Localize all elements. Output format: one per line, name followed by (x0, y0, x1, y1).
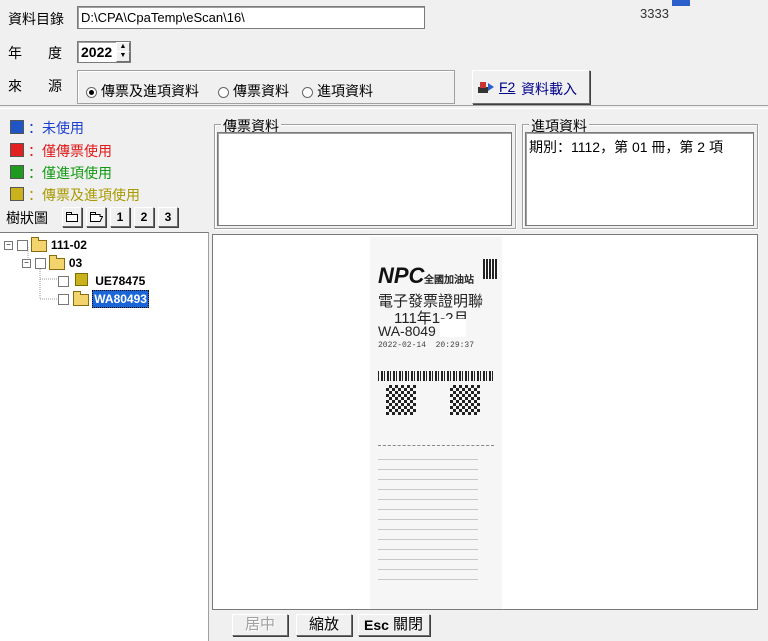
input-panel: 進項資料 期別：1112，第 01 冊，第 2 項 (520, 108, 760, 233)
voucher-text-area[interactable] (217, 132, 512, 226)
tree-level-1-button[interactable]: 1 (110, 207, 130, 227)
load-icon (477, 79, 495, 98)
load-label: 資料載入 (521, 81, 577, 97)
receipt-body-lines (378, 459, 478, 589)
tree-checkbox[interactable] (34, 258, 46, 270)
year-spinner[interactable]: 2022 ▲ ▼ (77, 41, 131, 63)
radio-input[interactable]: 進項資料 (302, 81, 373, 101)
load-data-button[interactable]: F2 資料載入 (472, 70, 590, 104)
radio-dot (218, 86, 229, 98)
collapse-icon[interactable]: − (22, 259, 31, 269)
dir-label: 資料目錄 (8, 11, 64, 27)
receipt-divider (378, 445, 494, 446)
receipt-number: WA-8049 (378, 323, 436, 339)
expand-folder-button[interactable] (86, 207, 106, 227)
legend-voucher-only: ：僅傳票使用 (10, 141, 112, 161)
load-key: F2 (499, 79, 516, 95)
receipt-image: NPC 全國加油站 電子發票證明聯 111年1-2月 WA-8049 2022-… (370, 237, 502, 609)
status-square-icon (74, 273, 88, 286)
close-label: 關閉 (393, 616, 424, 633)
tree-node-leaf-2[interactable]: WA80493 (58, 290, 149, 308)
radio-dot (86, 86, 97, 98)
tree-selected-label: WA80493 (92, 290, 149, 308)
image-viewer[interactable]: NPC 全國加油站 電子發票證明聯 111年1-2月 WA-8049 2022-… (212, 234, 758, 610)
input-text-area[interactable]: 期別：1112，第 01 冊，第 2 項 (525, 132, 754, 226)
receipt-barcode (378, 371, 494, 381)
tree-view[interactable]: − 111-02 − 03 UE78475 WA80493 (0, 232, 209, 641)
receipt-detail-lines: 2022-02-14 20:29:37 (378, 341, 475, 350)
legend-swatch-green (10, 165, 24, 179)
input-groupbox: 進項資料 期別：1112，第 01 冊，第 2 項 (522, 116, 758, 229)
tree-checkbox[interactable] (58, 276, 69, 288)
legend-swatch-yellow (10, 187, 24, 201)
year-label: 年 度 (8, 45, 68, 61)
tree-node-leaf-1[interactable]: UE78475 (58, 273, 145, 288)
close-key: Esc (364, 617, 389, 633)
legend-both: ：傳票及進項使用 (10, 185, 140, 205)
radio-dot (302, 86, 313, 98)
tree-node-child[interactable]: − 03 (22, 254, 82, 270)
folder-icon (31, 236, 48, 252)
legend-unused: ：未使用 (10, 118, 84, 138)
year-value: 2022 (81, 44, 113, 60)
tree-level-2-button[interactable]: 2 (134, 207, 154, 227)
folder-open-icon (72, 290, 89, 306)
legend-input-only: ：僅進項使用 (10, 163, 112, 183)
radio-voucher[interactable]: 傳票資料 (218, 81, 289, 101)
collapse-icon[interactable]: − (4, 241, 13, 251)
corner-indicator (672, 0, 690, 6)
tree-checkbox[interactable] (16, 240, 28, 252)
tree-label: 樹狀圖 (6, 210, 48, 226)
corner-number: 3333 (640, 6, 669, 21)
tree-node-root[interactable]: − 111-02 (4, 236, 87, 252)
legend-swatch-blue (10, 120, 24, 134)
tree-level-3-button[interactable]: 3 (158, 207, 178, 227)
legend-swatch-red (10, 143, 24, 157)
center-button[interactable]: 居中 (232, 614, 288, 636)
close-button[interactable]: Esc 關閉 (358, 614, 430, 636)
source-label: 來 源 (8, 78, 68, 94)
radio-voucher-and-input[interactable]: 傳票及進項資料 (86, 81, 199, 101)
directory-field[interactable]: D:\CPA\CpaTemp\eScan\16\ (77, 6, 425, 29)
folder-open-icon (90, 212, 103, 222)
spin-down-button[interactable]: ▼ (116, 51, 130, 62)
folder-closed-icon (66, 212, 78, 222)
voucher-groupbox: 傳票資料 (214, 116, 516, 229)
voucher-panel: 傳票資料 (210, 108, 518, 233)
receipt-brand-sub: 全國加油站 (424, 275, 474, 286)
receipt-brand: NPC (378, 263, 425, 288)
folder-icon (49, 254, 66, 270)
tree-checkbox[interactable] (58, 294, 69, 306)
directory-field-value: D:\CPA\CpaTemp\eScan\16\ (81, 10, 245, 25)
zoom-button[interactable]: 縮放 (296, 614, 352, 636)
receipt-qr-right (450, 385, 480, 415)
source-radio-group: 傳票及進項資料 傳票資料 進項資料 (77, 70, 455, 104)
receipt-redaction (440, 319, 466, 337)
receipt-qr-left (386, 385, 416, 415)
receipt-qr-small (483, 259, 497, 279)
input-period-text: 期別：1112，第 01 冊，第 2 項 (529, 139, 723, 155)
collapse-folder-button[interactable] (62, 207, 82, 227)
legend-panel: ：未使用 ：僅傳票使用 ：僅進項使用 ：傳票及進項使用 樹狀圖 1 2 3 (0, 108, 208, 232)
